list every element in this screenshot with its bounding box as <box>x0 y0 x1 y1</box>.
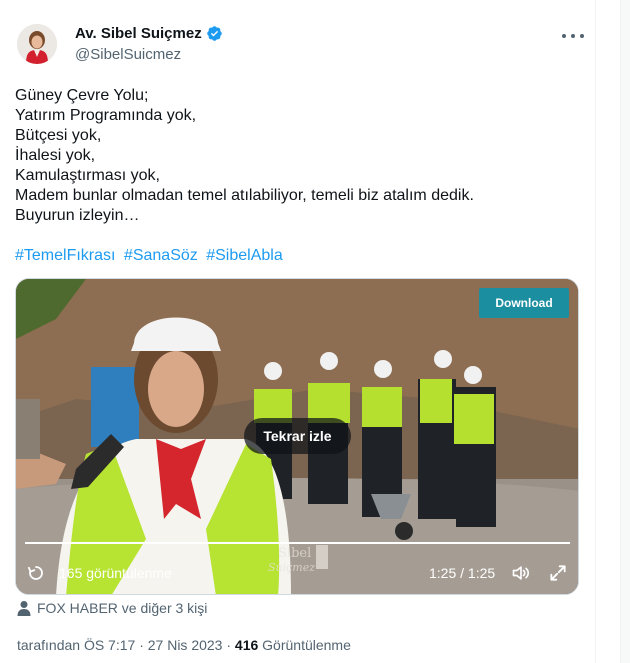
replay-icon[interactable] <box>27 564 45 582</box>
verified-badge-icon <box>206 26 222 41</box>
video-progress-fill <box>25 542 570 544</box>
hashtag-link[interactable]: #SibelAbla <box>206 247 283 264</box>
author-display-name[interactable]: Av. Sibel Suiçmez <box>75 25 223 42</box>
tagged-users-text[interactable]: FOX HABER ve diğer 3 kişi <box>37 600 207 616</box>
person-icon <box>17 601 31 616</box>
video-controls: 165 görüntülenme 1:25 / 1:25 <box>15 558 579 588</box>
tweet-line: Buyurun izleyin… <box>15 207 140 224</box>
sidebar-edge <box>620 0 630 663</box>
author-name-text[interactable]: Av. Sibel Suiçmez <box>75 25 202 42</box>
replay-button[interactable]: Tekrar izle <box>244 418 351 454</box>
tweet-line: İhalesi yok, <box>15 147 96 164</box>
tweet-line: Yatırım Programında yok, <box>15 107 197 124</box>
tweet-line: Bütçesi yok, <box>15 127 102 144</box>
tweet-line: Madem bunlar olmadan temel atılabiliyor,… <box>15 187 474 204</box>
hashtag-link[interactable]: #SanaSöz <box>124 247 198 264</box>
tweet-views-label: Görüntülenme <box>258 637 351 653</box>
hashtag-link[interactable]: #TemelFıkrası <box>15 247 115 264</box>
more-options-icon[interactable] <box>562 26 584 46</box>
volume-icon[interactable] <box>511 563 531 583</box>
tagged-users-row[interactable]: FOX HABER ve diğer 3 kişi <box>17 600 207 616</box>
tweet-text: Güney Çevre Yolu; Yatırım Programında yo… <box>15 86 575 226</box>
video-time: 1:25 / 1:25 <box>429 565 496 581</box>
author-handle[interactable]: @SibelSuicmez <box>75 46 181 63</box>
tweet-view-count: 416 <box>234 637 259 653</box>
timeline-border <box>595 0 596 663</box>
tweet-line: Güney Çevre Yolu; <box>15 87 149 104</box>
tweet-timestamp[interactable]: tarafından ÖS 7:17 · 27 Nis 2023 · <box>17 637 235 653</box>
download-button[interactable]: Download <box>479 288 569 318</box>
video-view-count: 165 görüntülenme <box>59 565 172 581</box>
avatar[interactable] <box>17 24 57 64</box>
hashtag-row: #TemelFıkrası #SanaSöz #SibelAbla <box>15 246 287 266</box>
video-progress-bar[interactable] <box>25 542 570 544</box>
fullscreen-icon[interactable] <box>548 563 568 583</box>
tweet-line: Kamulaştırması yok, <box>15 167 160 184</box>
tweet-meta: tarafından ÖS 7:17 · 27 Nis 2023 · 416 G… <box>17 637 351 653</box>
